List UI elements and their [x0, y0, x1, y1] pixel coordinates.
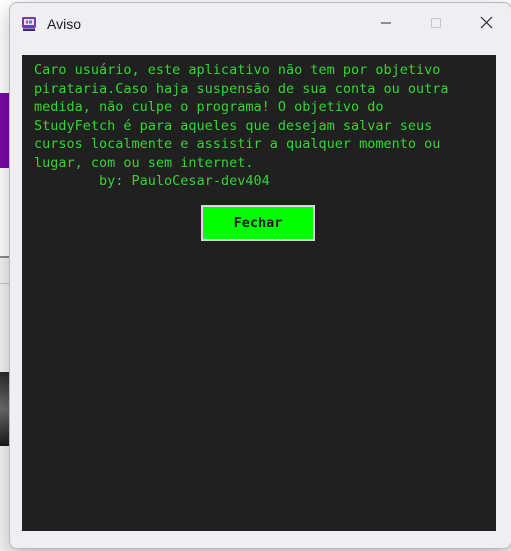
close-icon — [480, 16, 493, 32]
minimize-button[interactable] — [361, 3, 411, 45]
dialog-window: Aviso Caro usuário, este aplicativo não … — [9, 2, 511, 549]
fechar-button[interactable]: Fechar — [201, 205, 315, 241]
maximize-icon — [430, 16, 442, 32]
title-bar[interactable]: Aviso — [10, 3, 511, 45]
maximize-button[interactable] — [411, 3, 461, 45]
message-panel: Caro usuário, este aplicativo não tem po… — [22, 55, 496, 531]
minimize-icon — [380, 16, 392, 32]
warning-message: Caro usuário, este aplicativo não tem po… — [34, 62, 449, 189]
close-window-button[interactable] — [461, 3, 511, 45]
window-title: Aviso — [47, 16, 81, 32]
caption-buttons — [361, 3, 511, 45]
app-icon — [21, 16, 37, 32]
